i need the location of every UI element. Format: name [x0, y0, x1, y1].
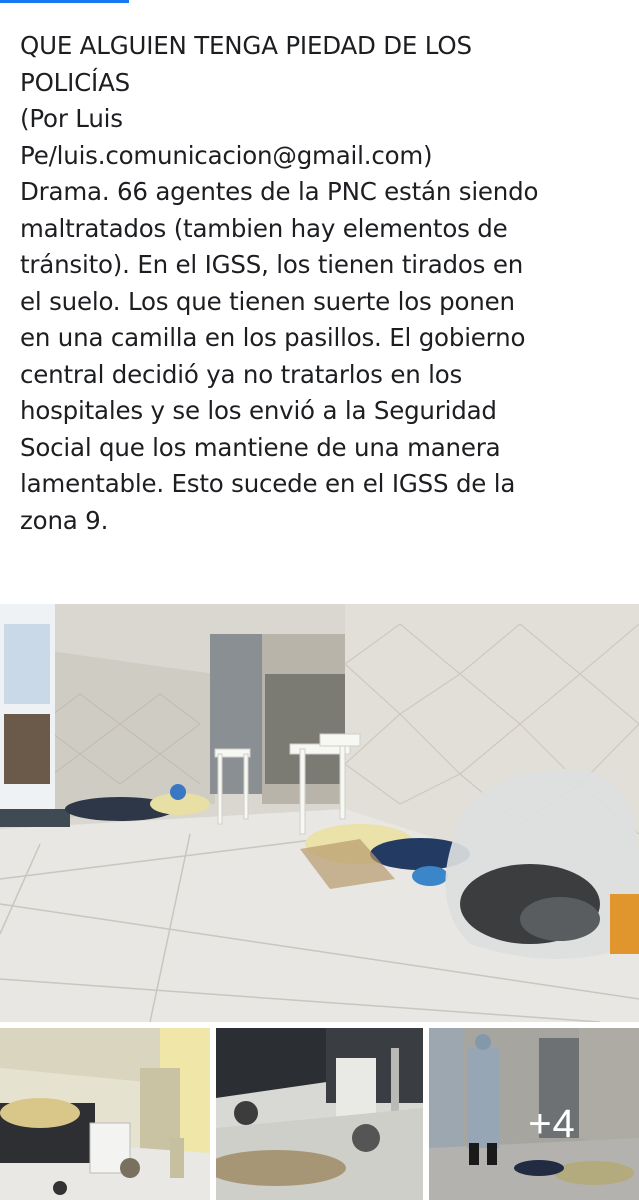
main-photo[interactable]: [0, 604, 639, 1022]
post-body-line: el suelo. Los que tienen suerte los pone…: [20, 286, 515, 316]
post-title-line-2: POLICÍAS: [20, 67, 130, 97]
post-author-line-2: Pe/luis.comunicacion@gmail.com): [20, 140, 433, 170]
post-body-line: Social que los mantiene de una manera: [20, 432, 501, 462]
post-author-line-1: (Por Luis: [20, 104, 123, 133]
thumbnail-photo-3[interactable]: +4: [429, 1028, 639, 1200]
more-photos-count: +4: [528, 1101, 576, 1146]
post-body-line: maltratados (tambien hay elementos de: [20, 213, 508, 243]
post-body-line: central decidió ya no tratarlos en los: [20, 359, 463, 389]
post-body-line: tránsito). En el IGSS, los tienen tirado…: [20, 250, 524, 279]
post-body-line: hospitales y se los envió a la Seguridad: [20, 396, 497, 425]
post-title-line-1: QUE ALGUIEN TENGA PIEDAD DE LOS: [20, 31, 472, 60]
thumbnail-photo-1[interactable]: [0, 1028, 210, 1200]
thumbnail-photo-2[interactable]: [216, 1028, 423, 1200]
post-body-line: lamentable. Esto sucede en el IGSS de la: [20, 469, 516, 498]
bed-wheels-photo-illustration: [216, 1028, 423, 1200]
post-body-line: Drama. 66 agentes de la PNC están siendo: [20, 177, 539, 206]
post-body-text: QUE ALGUIEN TENGA PIEDAD DE LOS POLICÍAS…: [20, 28, 625, 539]
post-body-line: en una camilla en los pasillos. El gobie…: [20, 323, 526, 352]
active-tab-indicator: [0, 0, 129, 3]
ward-photo-illustration: [0, 1028, 210, 1200]
more-photos-overlay[interactable]: +4: [429, 1028, 639, 1200]
corridor-photo-illustration: [0, 604, 639, 1022]
post-body-line: zona 9.: [20, 505, 109, 535]
